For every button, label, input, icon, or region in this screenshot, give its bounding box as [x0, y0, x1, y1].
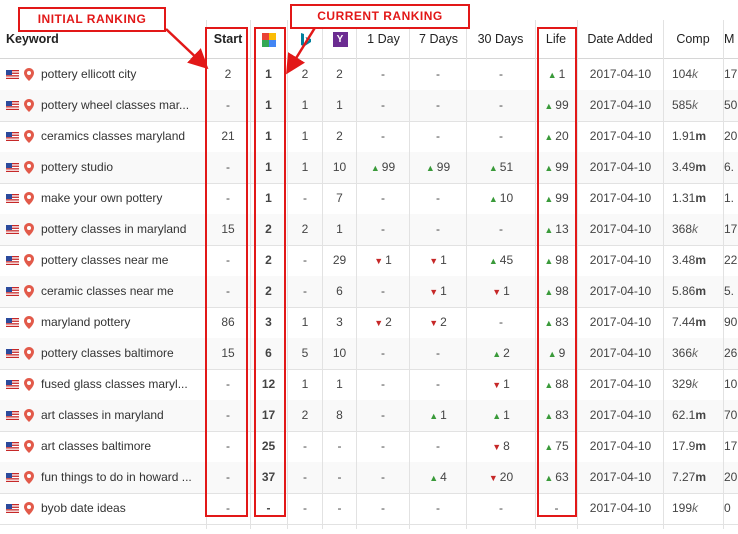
current-ranking-label: CURRENT RANKING: [290, 4, 470, 29]
initial-ranking-label: INITIAL RANKING: [18, 7, 166, 32]
callout-arrows: [165, 25, 318, 75]
current-ranking-arrow: [286, 25, 318, 75]
initial-ranking-arrow: [165, 28, 209, 70]
